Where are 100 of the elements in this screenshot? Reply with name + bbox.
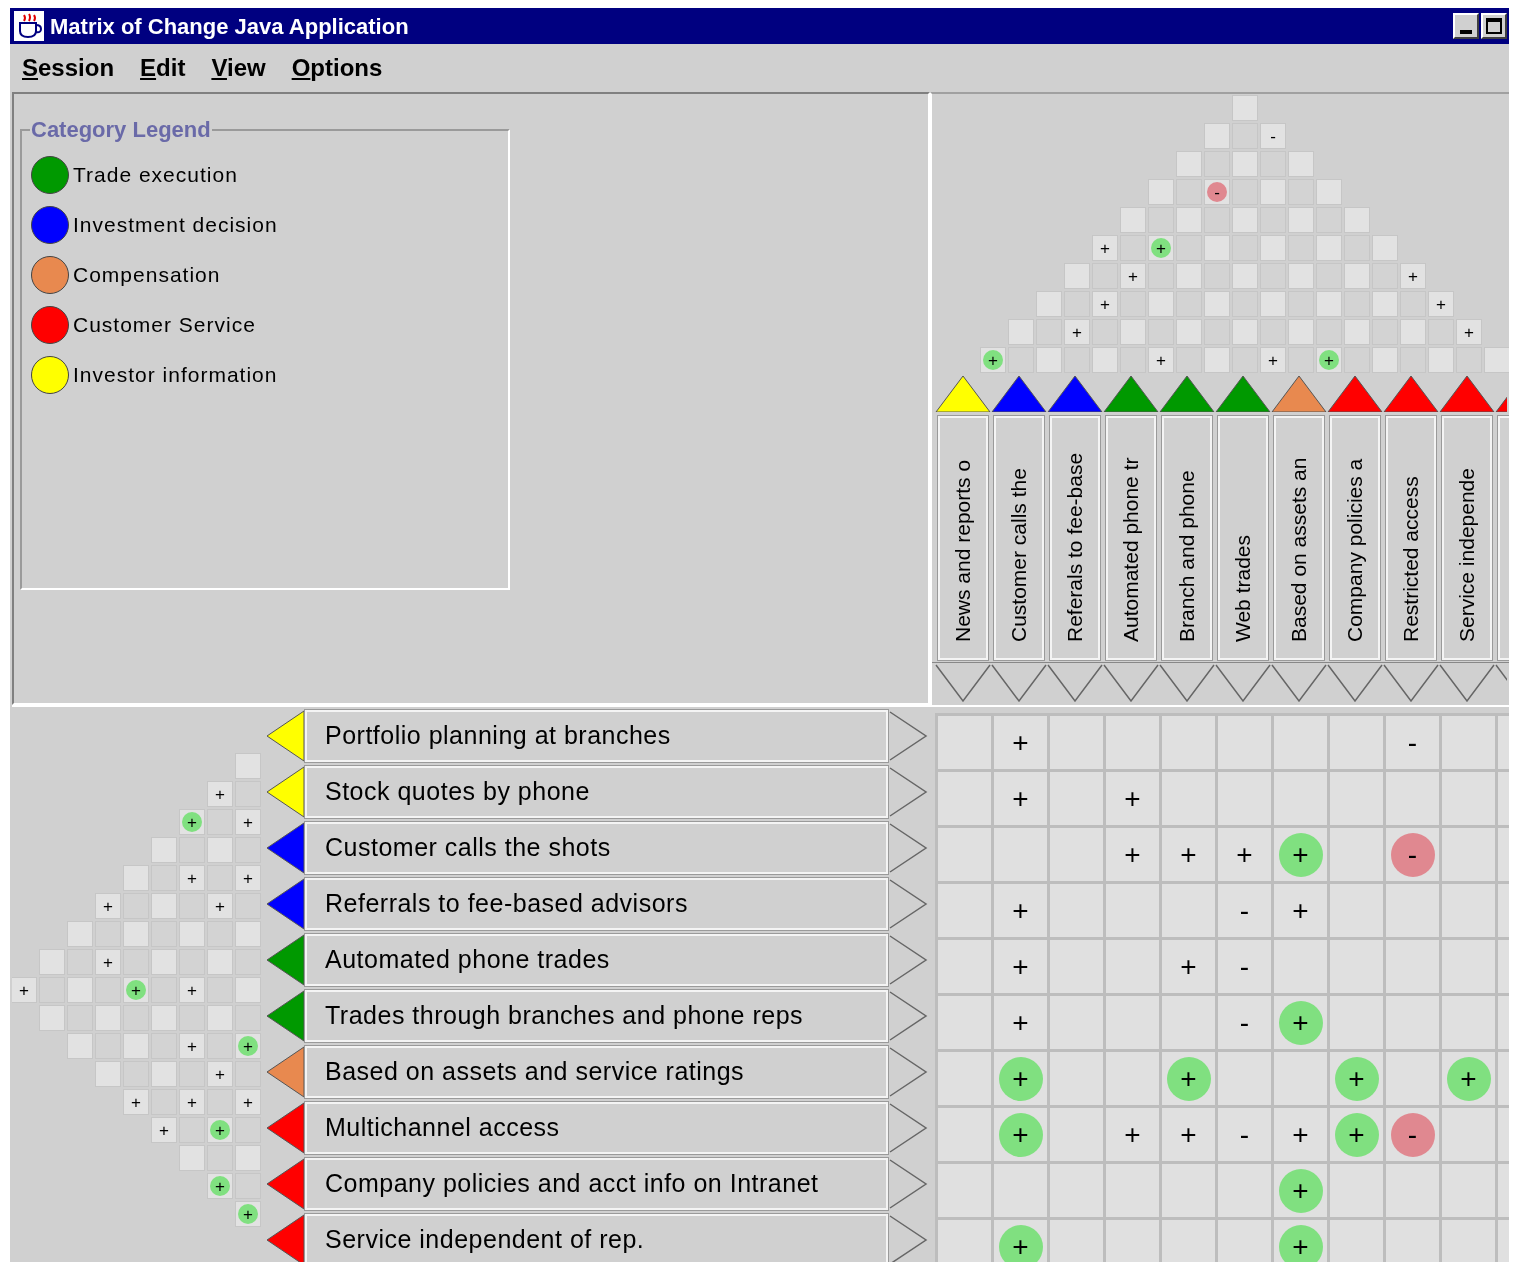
matrix-cell[interactable] [1106, 1220, 1159, 1262]
matrix-cell[interactable] [1442, 772, 1495, 825]
matrix-cell[interactable]: + [994, 716, 1047, 769]
menu-item[interactable]: Edit [140, 50, 186, 86]
matrix-cell[interactable] [938, 772, 991, 825]
matrix-cell[interactable] [938, 1052, 991, 1105]
column-header[interactable]: Service independe [1442, 416, 1492, 660]
matrix-cell[interactable] [1050, 772, 1103, 825]
matrix-cell[interactable]: - [1386, 716, 1439, 769]
matrix-cell[interactable] [938, 884, 991, 937]
matrix-cell[interactable] [1442, 716, 1495, 769]
matrix-cell[interactable] [1330, 716, 1383, 769]
matrix-cell[interactable] [1274, 716, 1327, 769]
matrix-cell[interactable] [1442, 996, 1495, 1049]
matrix-cell[interactable] [938, 716, 991, 769]
matrix-cell[interactable] [1162, 1164, 1215, 1217]
matrix-cell[interactable]: - [1218, 996, 1271, 1049]
row-header[interactable]: Automated phone trades [305, 934, 888, 986]
matrix-cell[interactable] [1106, 716, 1159, 769]
matrix-cell[interactable] [1386, 884, 1439, 937]
matrix-cell[interactable]: + [994, 996, 1047, 1049]
matrix-cell[interactable] [1050, 996, 1103, 1049]
matrix-cell[interactable] [1330, 940, 1383, 993]
matrix-cell[interactable] [1106, 884, 1159, 937]
matrix-cell[interactable] [1330, 828, 1383, 881]
column-header[interactable]: Referals to fee-base [1050, 416, 1100, 660]
column-header[interactable]: News and reports o [938, 416, 988, 660]
matrix-cell[interactable] [1442, 940, 1495, 993]
row-header[interactable]: Stock quotes by phone [305, 766, 888, 818]
matrix-cell[interactable] [1218, 1220, 1271, 1262]
menu-item[interactable]: Session [22, 50, 115, 86]
matrix-cell[interactable] [1274, 772, 1327, 825]
matrix-cell[interactable] [1330, 772, 1383, 825]
matrix-cell[interactable]: + [1106, 828, 1159, 881]
matrix-cell[interactable] [1050, 716, 1103, 769]
row-header[interactable]: Based on assets and service ratings [305, 1046, 888, 1098]
matrix-cell[interactable]: + [1274, 1108, 1327, 1161]
matrix-cell[interactable] [1162, 716, 1215, 769]
matrix-cell[interactable]: + [1162, 940, 1215, 993]
matrix-cell[interactable] [1330, 1164, 1383, 1217]
matrix-cell[interactable] [938, 828, 991, 881]
matrix-cell[interactable] [1386, 1164, 1439, 1217]
row-header[interactable]: Company policies and acct info on Intranet [305, 1158, 888, 1210]
matrix-cell[interactable] [1162, 996, 1215, 1049]
matrix-cell[interactable] [1274, 1052, 1327, 1105]
matrix-cell[interactable] [1442, 1220, 1495, 1262]
matrix-cell[interactable] [1386, 940, 1439, 993]
matrix-cell[interactable]: + [1162, 828, 1215, 881]
column-header[interactable]: Based on assets an [1274, 416, 1324, 660]
matrix-cell[interactable] [1442, 828, 1495, 881]
matrix-cell[interactable]: + [1218, 828, 1271, 881]
matrix-cell[interactable] [938, 940, 991, 993]
matrix-cell[interactable]: + [1106, 1108, 1159, 1161]
matrix-cell[interactable] [994, 1164, 1047, 1217]
matrix-cell[interactable]: + [994, 772, 1047, 825]
matrix-cell[interactable] [1442, 1164, 1495, 1217]
matrix-cell[interactable] [1442, 884, 1495, 937]
matrix-cell[interactable] [1330, 996, 1383, 1049]
matrix-cell[interactable] [1386, 772, 1439, 825]
column-header[interactable]: Restricted access [1386, 416, 1436, 660]
column-header[interactable]: Company policies a [1330, 416, 1380, 660]
column-header[interactable]: Web trades [1218, 416, 1268, 660]
row-header[interactable]: Portfolio planning at branches [305, 710, 888, 762]
row-header[interactable]: Customer calls the shots [305, 822, 888, 874]
matrix-cell[interactable] [1330, 884, 1383, 937]
maximize-button[interactable] [1481, 13, 1507, 39]
matrix-cell[interactable] [1162, 884, 1215, 937]
matrix-cell[interactable] [1162, 772, 1215, 825]
matrix-cell[interactable] [1106, 940, 1159, 993]
matrix-cell[interactable] [1050, 940, 1103, 993]
row-header[interactable]: Trades through branches and phone reps [305, 990, 888, 1042]
matrix-cell[interactable] [1050, 1220, 1103, 1262]
matrix-cell[interactable] [938, 1108, 991, 1161]
matrix-cell[interactable]: - [1218, 884, 1271, 937]
matrix-cell[interactable] [1218, 1052, 1271, 1105]
matrix-cell[interactable] [1050, 1164, 1103, 1217]
matrix-cell[interactable] [1218, 772, 1271, 825]
menu-item[interactable]: View [211, 50, 266, 86]
matrix-cell[interactable] [1330, 1220, 1383, 1262]
menu-item[interactable]: Options [291, 50, 383, 86]
matrix-cell[interactable] [1218, 716, 1271, 769]
matrix-cell[interactable]: + [1274, 884, 1327, 937]
column-header[interactable]: Branch and phone [1162, 416, 1212, 660]
matrix-cell[interactable] [938, 1164, 991, 1217]
matrix-cell[interactable] [1218, 1164, 1271, 1217]
matrix-cell[interactable]: + [1162, 1108, 1215, 1161]
matrix-cell[interactable]: + [994, 884, 1047, 937]
matrix-cell[interactable] [1386, 1052, 1439, 1105]
matrix-cell[interactable] [938, 996, 991, 1049]
matrix-cell[interactable] [1050, 1052, 1103, 1105]
matrix-cell[interactable]: - [1218, 940, 1271, 993]
column-header[interactable]: Customer calls the [994, 416, 1044, 660]
matrix-cell[interactable] [1386, 996, 1439, 1049]
column-header[interactable]: Automated phone tr [1106, 416, 1156, 660]
row-header[interactable]: Service independent of rep. [305, 1214, 888, 1262]
matrix-cell[interactable] [1106, 1164, 1159, 1217]
matrix-cell[interactable]: - [1218, 1108, 1271, 1161]
row-header[interactable]: Multichannel access [305, 1102, 888, 1154]
matrix-cell[interactable] [1442, 1108, 1495, 1161]
matrix-cell[interactable] [1050, 884, 1103, 937]
